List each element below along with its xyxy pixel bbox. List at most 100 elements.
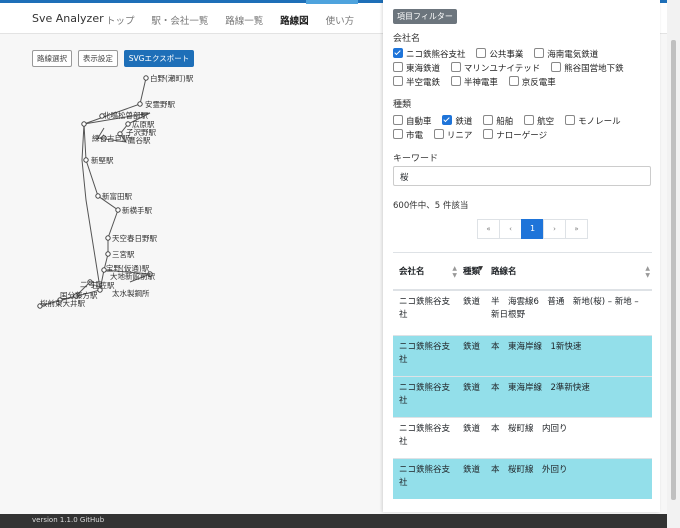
nav-item-lines[interactable]: 路線一覧 xyxy=(225,16,263,27)
company-checkbox[interactable]: 東海鉄道 xyxy=(393,62,440,74)
checkbox-icon xyxy=(393,115,403,125)
nav-item-map[interactable]: 路線図 xyxy=(280,16,309,27)
company-checkbox[interactable]: マリンユナイテッド xyxy=(450,62,540,74)
cell-company: ニコ鉄熊谷支社 xyxy=(393,458,459,499)
company-checkbox[interactable]: 海南電気鉄道 xyxy=(534,48,598,60)
page-first-button[interactable]: « xyxy=(477,219,500,239)
keyword-input[interactable]: 桜 xyxy=(393,166,651,186)
cell-company: ニコ鉄熊谷支社 xyxy=(393,376,459,418)
result-count: 600件中、5 件該当 xyxy=(393,201,469,211)
station-label: 新富田駅 xyxy=(102,191,132,201)
station-label: 三宮駅 xyxy=(112,249,135,259)
results-table: 会社名 ▲ ▼ 種類 ▼ 路線名 ▲ ▼ ニコ鉄熊谷支社 鉄道 半 海雲線6 普通 新地(… xyxy=(393,252,652,499)
column-header-line[interactable]: 路線名 ▲ ▼ xyxy=(485,252,652,291)
checkbox-icon xyxy=(483,115,494,125)
type-checkbox[interactable]: ナローゲージ xyxy=(483,129,547,141)
footer-text[interactable]: version 1.1.0 GitHub xyxy=(32,516,104,524)
checkbox-icon xyxy=(433,129,444,139)
company-filter-row-1: ニコ鉄熊谷支社 公共事業 海南電気鉄道 xyxy=(393,48,606,60)
cell-type: 鉄道 xyxy=(459,458,485,499)
page-last-button[interactable]: » xyxy=(565,219,588,239)
company-checkbox[interactable]: 公共事業 xyxy=(476,48,523,60)
checkbox-icon xyxy=(450,76,461,86)
checkbox-icon xyxy=(534,48,545,58)
company-checkbox[interactable]: 京反電車 xyxy=(508,76,556,88)
type-checkbox[interactable]: 航空 xyxy=(524,115,554,127)
page-prev-button[interactable]: ‹ xyxy=(499,219,522,239)
sort-icon: ▲ ▼ xyxy=(452,265,457,279)
panel-tab-indicator xyxy=(306,0,358,4)
brand-logo[interactable]: Sve Analyzer xyxy=(32,12,104,25)
cell-type: 鉄道 xyxy=(459,335,485,377)
filter-panel: 項目フィルター 会社名 ニコ鉄熊谷支社 公共事業 海南電気鉄道 東海鉄道 マリン… xyxy=(383,0,660,512)
checkbox-icon xyxy=(483,129,494,139)
company-checkbox[interactable]: 半空電鉄 xyxy=(393,76,440,88)
cell-line: 本 桜町線 内回り xyxy=(485,417,652,459)
type-checkbox[interactable]: モノレール xyxy=(565,115,621,127)
type-filter-row-1: 自動車 鉄道 船舶 航空 モノレール xyxy=(393,115,629,127)
station-label: 太水製鋼所 xyxy=(112,288,150,298)
field-filter-button[interactable]: 項目フィルター xyxy=(393,9,457,24)
type-checkbox[interactable]: 船舶 xyxy=(483,115,513,127)
company-filter-row-2: 東海鉄道 マリンユナイテッド 熊谷国営地下鉄 xyxy=(393,62,632,74)
checkbox-icon xyxy=(508,76,519,86)
cell-company: ニコ鉄熊谷支社 xyxy=(393,417,459,459)
table-row[interactable]: ニコ鉄熊谷支社 鉄道 本 東海岸線 2準新快速 xyxy=(393,376,652,418)
type-checkbox[interactable]: 自動車 xyxy=(393,115,432,127)
column-header-type[interactable]: 種類 ▼ xyxy=(459,252,485,291)
cell-line: 本 東海岸線 2準新快速 xyxy=(485,376,652,418)
checkbox-icon xyxy=(476,48,487,58)
nav-item-stations[interactable]: 駅・会社一覧 xyxy=(151,16,208,27)
cell-line: 半 海雲線6 普通 新地(桜) – 新地 – 新日根野 xyxy=(485,289,652,336)
table-row[interactable]: ニコ鉄熊谷支社 鉄道 本 東海岸線 1新快速 xyxy=(393,335,652,377)
station-label: 大地新館前駅 xyxy=(110,271,155,281)
checkbox-icon xyxy=(551,62,562,72)
sort-icon: ▲ ▼ xyxy=(645,265,650,279)
station-label: 新堅駅 xyxy=(91,155,114,165)
page-1-button[interactable]: 1 xyxy=(521,219,544,239)
station-label: 安霊野駅 xyxy=(145,99,175,109)
type-checkbox[interactable]: 鉄道 xyxy=(442,115,472,127)
station-label: 白野(瀬町)駅 xyxy=(150,73,194,83)
station-label: 北鳴松曽部駅 xyxy=(103,110,148,120)
cell-line: 本 桜町線 外回り xyxy=(485,458,652,499)
cell-company: ニコ鉄熊谷支社 xyxy=(393,289,459,336)
station-label: 桜前東大井駅 xyxy=(40,298,85,308)
checkbox-icon xyxy=(565,115,576,125)
nav-item-top[interactable]: トップ xyxy=(106,16,135,27)
keyword-label: キーワード xyxy=(393,154,439,164)
station-label: 練合古巨駅 xyxy=(92,133,130,143)
checkbox-icon xyxy=(524,115,535,125)
company-filter-row-3: 半空電鉄 半神電車 京反電車 xyxy=(393,76,564,88)
nav-item-howto[interactable]: 使い方 xyxy=(326,16,355,27)
scrollbar-thumb[interactable] xyxy=(671,40,676,500)
checkbox-checked-icon xyxy=(393,48,403,58)
station-label: 鷹谷駅 xyxy=(128,135,151,145)
footer: version 1.1.0 GitHub xyxy=(0,514,680,528)
column-header-company[interactable]: 会社名 ▲ ▼ xyxy=(393,252,459,291)
table-row[interactable]: ニコ鉄熊谷支社 鉄道 本 桜町線 内回り xyxy=(393,417,652,459)
checkbox-icon xyxy=(450,62,461,72)
sort-icon: ▼ xyxy=(478,265,483,272)
cell-type: 鉄道 xyxy=(459,376,485,418)
checkbox-icon xyxy=(393,129,403,139)
type-checkbox[interactable]: 市電 xyxy=(393,129,423,141)
nav-menu: トップ 駅・会社一覧 路線一覧 路線図 使い方 xyxy=(106,13,368,27)
type-section-label: 種類 xyxy=(393,100,412,110)
cell-type: 鉄道 xyxy=(459,289,485,336)
company-section-label: 会社名 xyxy=(393,34,421,44)
station-labels: 白野(瀬町)駅 安霊野駅 北鳴松曽部駅 広原駅 子沢野駅 鷹谷駅 練合古巨駅 新… xyxy=(40,73,194,308)
cell-company: ニコ鉄熊谷支社 xyxy=(393,335,459,377)
checkbox-icon xyxy=(393,62,403,72)
company-checkbox[interactable]: ニコ鉄熊谷支社 xyxy=(393,48,466,60)
table-row[interactable]: ニコ鉄熊谷支社 鉄道 半 海雲線6 普通 新地(桜) – 新地 – 新日根野 xyxy=(393,289,652,336)
page-next-button[interactable]: › xyxy=(543,219,566,239)
table-row[interactable]: ニコ鉄熊谷支社 鉄道 本 桜町線 外回り xyxy=(393,458,652,499)
type-checkbox[interactable]: リニア xyxy=(433,129,472,141)
station-label: 新横手駅 xyxy=(122,205,152,215)
cell-line: 本 東海岸線 1新快速 xyxy=(485,335,652,377)
route-map[interactable]: 白野(瀬町)駅 安霊野駅 北鳴松曽部駅 広原駅 子沢野駅 鷹谷駅 練合古巨駅 新… xyxy=(0,34,200,334)
type-filter-row-2: 市電 リニア ナローゲージ xyxy=(393,129,555,141)
company-checkbox[interactable]: 半神電車 xyxy=(450,76,498,88)
company-checkbox[interactable]: 熊谷国営地下鉄 xyxy=(551,62,624,74)
